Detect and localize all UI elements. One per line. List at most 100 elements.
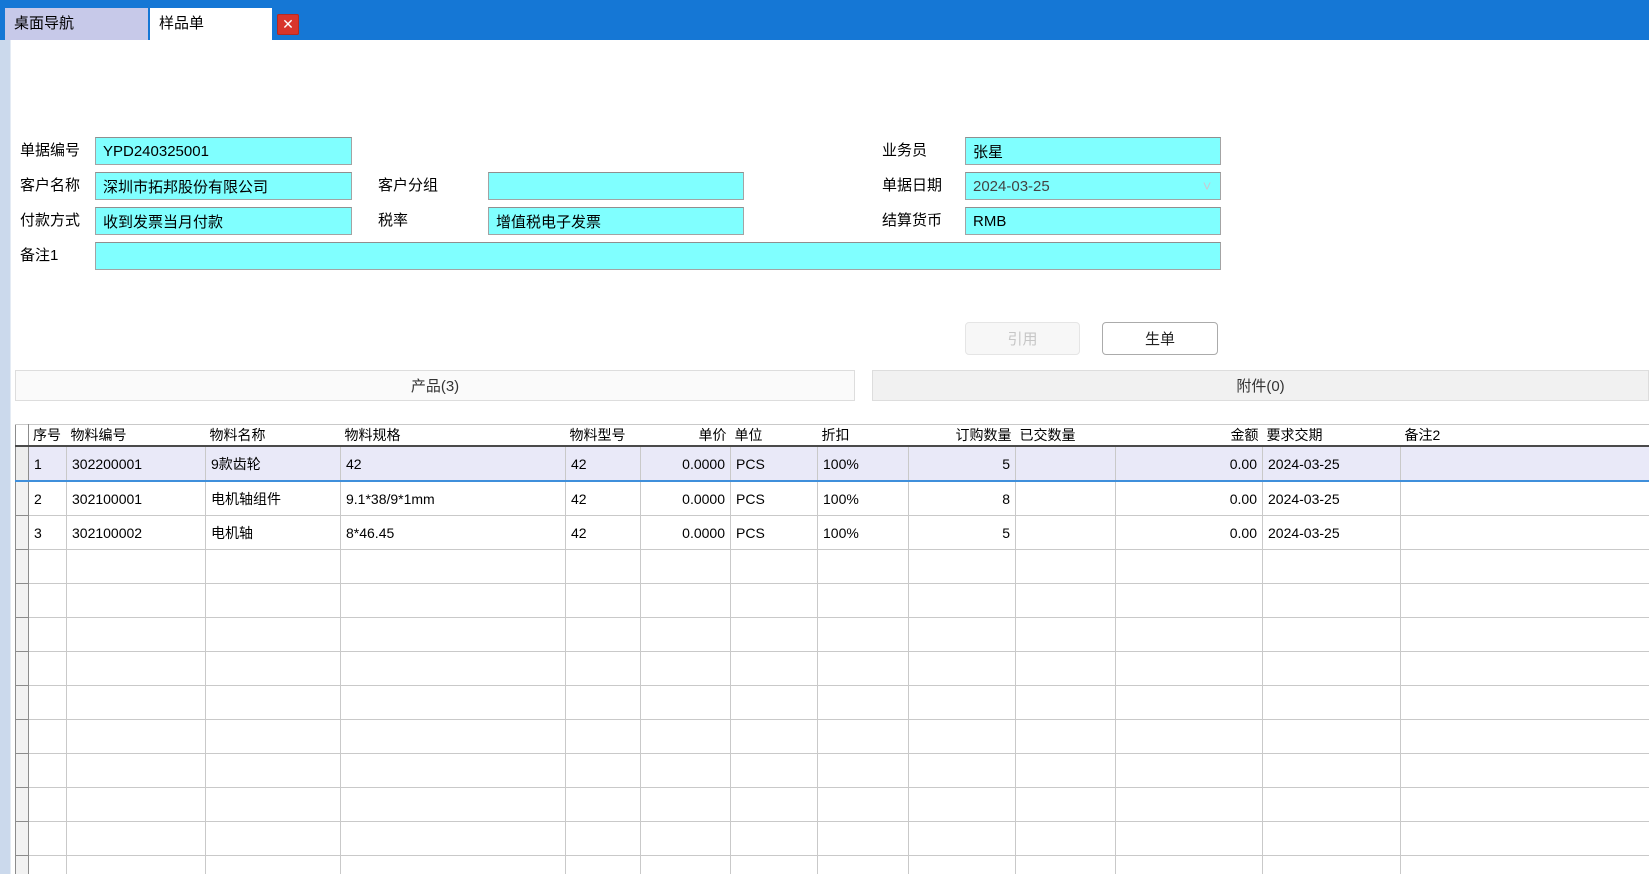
column-header[interactable]: 物料型号	[566, 425, 641, 447]
row-selector[interactable]	[16, 481, 29, 516]
table-cell	[909, 856, 1016, 874]
chevron-down-icon[interactable]: ˅	[1198, 175, 1216, 199]
table-cell	[29, 584, 67, 618]
table-cell[interactable]	[1016, 446, 1116, 481]
table-cell[interactable]: 302100002	[67, 516, 206, 550]
table-cell	[566, 720, 641, 754]
table-row[interactable]: 2302100001电机轴组件9.1*38/9*1mm420.0000PCS10…	[16, 481, 1649, 516]
table-cell	[341, 788, 566, 822]
salesperson-input[interactable]	[966, 138, 1220, 164]
currency-input[interactable]	[966, 208, 1220, 234]
tab-attachments[interactable]: 附件(0)	[872, 370, 1649, 401]
table-cell[interactable]: 0.00	[1116, 446, 1263, 481]
table-cell	[206, 720, 341, 754]
table-cell[interactable]: PCS	[731, 516, 818, 550]
table-cell[interactable]	[1016, 481, 1116, 516]
table-cell[interactable]: 9.1*38/9*1mm	[341, 481, 566, 516]
table-cell	[1401, 584, 1649, 618]
column-header[interactable]: 物料编号	[67, 425, 206, 447]
table-cell[interactable]: 8*46.45	[341, 516, 566, 550]
table-cell[interactable]: 42	[566, 481, 641, 516]
remark1-input[interactable]	[96, 243, 1220, 269]
table-cell[interactable]: 0.0000	[641, 446, 731, 481]
table-cell	[909, 788, 1016, 822]
customer-group-input[interactable]	[489, 173, 743, 199]
table-cell	[67, 686, 206, 720]
table-row[interactable]: 13022000019款齿轮42420.0000PCS100%50.002024…	[16, 446, 1649, 481]
row-selector	[16, 788, 29, 822]
quote-button[interactable]: 引用	[965, 322, 1080, 355]
tab-products[interactable]: 产品(3)	[15, 370, 855, 401]
table-cell[interactable]: 2024-03-25	[1263, 446, 1401, 481]
table-cell[interactable]	[1401, 516, 1649, 550]
table-cell[interactable]: 0.0000	[641, 516, 731, 550]
selector-header	[16, 425, 29, 447]
column-header[interactable]: 物料名称	[206, 425, 341, 447]
table-cell	[641, 550, 731, 584]
table-row[interactable]: 3302100002电机轴8*46.45420.0000PCS100%5 0.00…	[16, 516, 1649, 550]
table-cell	[29, 550, 67, 584]
table-cell	[731, 754, 818, 788]
table-cell[interactable]: 100%	[818, 516, 909, 550]
table-cell[interactable]: 电机轴	[206, 516, 341, 550]
table-cell[interactable]: 0.00	[1116, 516, 1263, 550]
table-cell[interactable]: 1	[29, 446, 67, 481]
table-cell[interactable]: 42	[566, 516, 641, 550]
column-header[interactable]: 金额	[1116, 425, 1263, 447]
table-cell[interactable]: 2024-03-25	[1263, 516, 1401, 550]
payment-method-input[interactable]	[96, 208, 351, 234]
table-cell[interactable]: 2	[29, 481, 67, 516]
table-cell	[731, 720, 818, 754]
column-header[interactable]: 已交数量	[1016, 425, 1116, 447]
table-cell	[641, 686, 731, 720]
doc-no-input[interactable]	[96, 138, 351, 164]
table-cell	[67, 856, 206, 874]
table-cell[interactable]: 42	[341, 446, 566, 481]
table-cell[interactable]: 302100001	[67, 481, 206, 516]
column-header[interactable]: 订购数量	[909, 425, 1016, 447]
table-cell	[67, 822, 206, 856]
table-cell[interactable]: 100%	[818, 446, 909, 481]
column-header[interactable]: 单价	[641, 425, 731, 447]
table-cell[interactable]: 2024-03-25	[1263, 481, 1401, 516]
row-selector[interactable]	[16, 446, 29, 481]
table-cell[interactable]: 5	[909, 516, 1016, 550]
table-cell[interactable]: 电机轴组件	[206, 481, 341, 516]
close-icon[interactable]: ✕	[277, 14, 299, 35]
table-cell[interactable]	[1401, 481, 1649, 516]
products-table: 序号物料编号物料名称物料规格物料型号单价单位折扣订购数量已交数量金额要求交期备注…	[15, 424, 1649, 874]
table-cell	[67, 754, 206, 788]
table-cell[interactable]: 42	[566, 446, 641, 481]
table-cell[interactable]: 8	[909, 481, 1016, 516]
nav-tab-sample-order[interactable]: 样品单	[150, 8, 272, 40]
nav-tab-desktop[interactable]: 桌面导航	[5, 8, 148, 40]
table-cell[interactable]	[1401, 446, 1649, 481]
table-cell	[341, 720, 566, 754]
table-cell[interactable]: 9款齿轮	[206, 446, 341, 481]
row-selector[interactable]	[16, 516, 29, 550]
column-header[interactable]: 单位	[731, 425, 818, 447]
column-header[interactable]: 折扣	[818, 425, 909, 447]
column-header[interactable]: 备注2	[1401, 425, 1649, 447]
column-header[interactable]: 物料规格	[341, 425, 566, 447]
doc-date-input[interactable]	[966, 173, 1220, 199]
column-header[interactable]: 要求交期	[1263, 425, 1401, 447]
generate-button[interactable]: 生单	[1102, 322, 1218, 355]
table-cell[interactable]: 0.0000	[641, 481, 731, 516]
column-header[interactable]: 序号	[29, 425, 67, 447]
tax-rate-input[interactable]	[489, 208, 743, 234]
table-cell	[566, 754, 641, 788]
table-cell[interactable]: 5	[909, 446, 1016, 481]
empty-row	[16, 856, 1649, 874]
customer-name-input[interactable]	[96, 173, 351, 199]
table-cell[interactable]: 100%	[818, 481, 909, 516]
table-cell[interactable]: 3	[29, 516, 67, 550]
table-cell[interactable]: 0.00	[1116, 481, 1263, 516]
table-cell	[1263, 584, 1401, 618]
table-cell[interactable]: 302200001	[67, 446, 206, 481]
table-cell	[206, 550, 341, 584]
table-cell[interactable]: PCS	[731, 481, 818, 516]
table-cell[interactable]: PCS	[731, 446, 818, 481]
table-cell[interactable]	[1016, 516, 1116, 550]
table-cell	[566, 550, 641, 584]
